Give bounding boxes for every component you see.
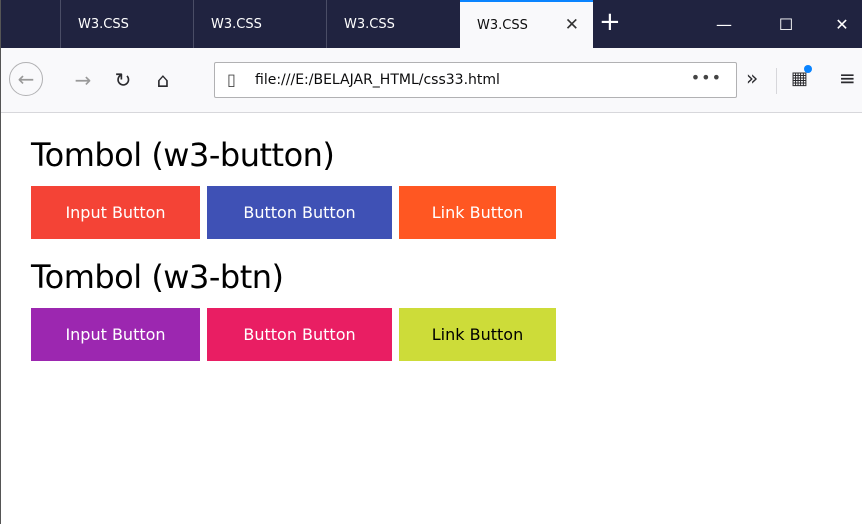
address-bar[interactable]: ▯ ••• bbox=[214, 62, 737, 98]
close-tab-icon[interactable]: ✕ bbox=[565, 15, 579, 35]
input-button[interactable]: Input Button bbox=[31, 186, 200, 239]
page-actions-icon[interactable]: ••• bbox=[691, 68, 722, 87]
section-heading: Tombol (w3-button) bbox=[31, 136, 335, 174]
browser-tab[interactable]: W3.CSS bbox=[193, 0, 326, 48]
notification-dot bbox=[804, 65, 813, 73]
page-content: Tombol (w3-button) Input Button Button B… bbox=[31, 112, 556, 361]
browser-window: W3.CSS W3.CSS W3.CSS W3.CSS ✕ + — ☐ ✕ ← … bbox=[0, 0, 862, 524]
browser-tab-active[interactable]: W3.CSS ✕ bbox=[460, 0, 593, 48]
browser-tab[interactable]: W3.CSS bbox=[326, 0, 459, 48]
close-window-icon[interactable]: ✕ bbox=[819, 0, 862, 48]
extension-icon[interactable]: ▦ bbox=[791, 65, 813, 89]
maximize-icon[interactable]: ☐ bbox=[763, 0, 809, 48]
link-button[interactable]: Link Button bbox=[399, 186, 556, 239]
tab-title: W3.CSS bbox=[344, 16, 395, 32]
button-row: Input Button Button Button Link Button bbox=[31, 308, 556, 361]
browser-tab[interactable]: W3.CSS bbox=[60, 0, 193, 48]
tab-title: W3.CSS bbox=[477, 17, 528, 33]
section-heading: Tombol (w3-btn) bbox=[31, 258, 284, 296]
toolbar-divider bbox=[776, 68, 777, 94]
back-arrow-icon[interactable]: ← bbox=[9, 62, 43, 96]
tab-strip: W3.CSS W3.CSS W3.CSS W3.CSS ✕ + — ☐ ✕ bbox=[1, 0, 862, 48]
hamburger-menu-icon[interactable]: ≡ bbox=[839, 66, 856, 90]
tab-title: W3.CSS bbox=[78, 16, 129, 32]
link-button[interactable]: Link Button bbox=[399, 308, 556, 361]
home-icon[interactable]: ⌂ bbox=[147, 64, 179, 96]
reload-icon[interactable]: ↻ bbox=[107, 64, 139, 96]
forward-arrow-icon[interactable]: → bbox=[67, 64, 99, 96]
input-button[interactable]: Input Button bbox=[31, 308, 200, 361]
minimize-icon[interactable]: — bbox=[701, 0, 747, 48]
button-button[interactable]: Button Button bbox=[207, 308, 392, 361]
tab-title: W3.CSS bbox=[211, 16, 262, 32]
overflow-chevron-icon[interactable]: » bbox=[746, 66, 758, 90]
new-tab-icon[interactable]: + bbox=[599, 8, 621, 36]
url-input[interactable] bbox=[255, 69, 675, 91]
button-row: Input Button Button Button Link Button bbox=[31, 186, 556, 239]
navigation-toolbar: ← → ↻ ⌂ ▯ ••• » ▦ ≡ bbox=[1, 48, 862, 113]
button-button[interactable]: Button Button bbox=[207, 186, 392, 239]
page-icon: ▯ bbox=[227, 70, 236, 89]
